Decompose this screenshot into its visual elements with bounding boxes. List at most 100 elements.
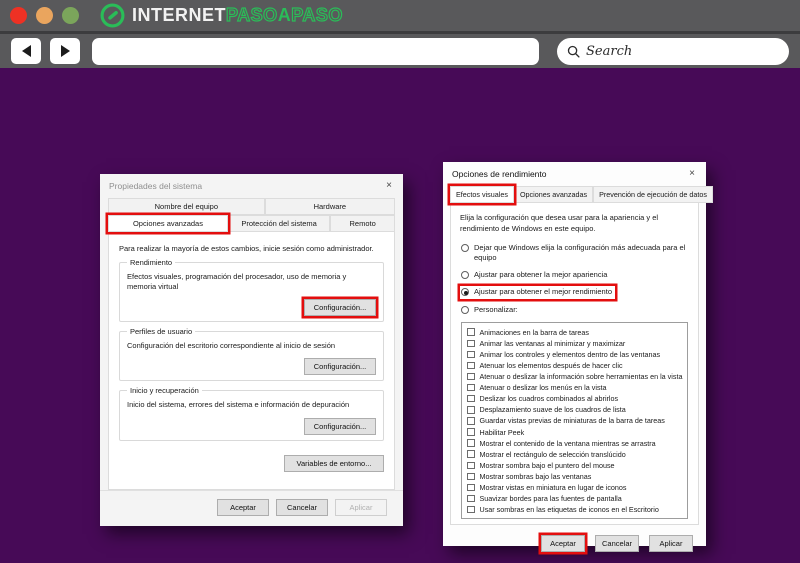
back-icon — [21, 45, 31, 57]
checkbox-item[interactable]: Deslizar los cuadros combinados al abrir… — [467, 393, 685, 404]
tab-efectos-visuales[interactable]: Efectos visuales — [450, 186, 514, 203]
checkbox-item[interactable]: Mostrar sombra bajo el puntero del mouse — [467, 460, 685, 471]
logo-word-a: A — [277, 5, 292, 25]
tab-label: Opciones avanzadas — [132, 219, 203, 228]
radio-icon — [461, 244, 469, 252]
checkbox-item[interactable]: Mostrar sombras bajo las ventanas — [467, 471, 685, 482]
system-properties-footer: Aceptar Cancelar Aplicar — [100, 490, 403, 526]
checkbox-icon[interactable] — [467, 406, 475, 414]
search-box[interactable] — [557, 37, 789, 65]
tab-remoto[interactable]: Remoto — [330, 215, 395, 232]
checkbox-item[interactable]: Atenuar o deslizar la información sobre … — [467, 371, 685, 382]
radio-label: Ajustar para obtener la mejor apariencia — [474, 270, 608, 280]
search-input[interactable] — [586, 43, 779, 59]
traffic-light-maximize-icon[interactable] — [62, 7, 79, 24]
traffic-light-close-icon[interactable] — [10, 7, 27, 24]
tab-hardware[interactable]: Hardware — [264, 198, 395, 215]
logo-word-paso1: PASO — [225, 4, 278, 25]
checkbox-label: Mostrar el contenido de la ventana mient… — [479, 438, 656, 448]
system-properties-titlebar: Propiedades del sistema × — [100, 174, 403, 196]
checkbox-icon[interactable] — [467, 328, 475, 336]
apply-button[interactable]: Aplicar — [649, 535, 693, 553]
checkbox-label: Mostrar el rectángulo de selección trans… — [479, 449, 626, 459]
checkbox-item[interactable]: Suavizar bordes para las fuentes de pant… — [467, 493, 685, 504]
tab-label: Efectos visuales — [456, 190, 508, 199]
tab-opciones-avanzadas[interactable]: Opciones avanzadas — [108, 215, 228, 232]
checkbox-icon[interactable] — [467, 450, 475, 458]
tab-label: Nombre del equipo — [154, 202, 219, 211]
checkbox-icon[interactable] — [467, 417, 475, 425]
checkbox-label: Habilitar Peek — [479, 427, 525, 437]
checkbox-icon[interactable] — [467, 505, 475, 514]
cancel-button[interactable]: Cancelar — [595, 535, 639, 553]
checkbox-item[interactable]: Usar sombras en las etiquetas de iconos … — [467, 504, 685, 515]
checkbox-icon[interactable] — [467, 428, 475, 436]
tab-nombre-del-equipo[interactable]: Nombre del equipo — [108, 198, 265, 215]
checkbox-item[interactable]: Animaciones en la barra de tareas — [467, 327, 685, 338]
accept-button[interactable]: Aceptar — [541, 535, 585, 553]
checkbox-item[interactable]: Mostrar el contenido de la ventana mient… — [467, 438, 685, 449]
checkbox-icon[interactable] — [467, 461, 475, 470]
visual-effects-checkbox-list[interactable]: Animaciones en la barra de tareas Animar… — [461, 321, 688, 520]
system-properties-dialog: Propiedades del sistema × Nombre del equ… — [100, 174, 403, 526]
checkbox-item[interactable]: Mostrar el rectángulo de selección trans… — [467, 449, 685, 460]
accept-button[interactable]: Aceptar — [217, 499, 269, 516]
checkbox-label: Animaciones en la barra de tareas — [479, 327, 589, 337]
checkbox-item[interactable]: Animar las ventanas al minimizar y maxim… — [467, 338, 685, 349]
user-profiles-settings-button[interactable]: Configuración... — [304, 358, 376, 376]
tab-label: Prevención de ejecución de datos — [599, 190, 707, 199]
page-background: Propiedades del sistema × Nombre del equ… — [0, 71, 800, 553]
performance-options-dialog: Opciones de rendimiento × Efectos visual… — [443, 162, 713, 553]
radio-icon — [461, 271, 469, 280]
address-bar-input[interactable] — [92, 37, 539, 65]
performance-settings-button[interactable]: Configuración... — [304, 299, 376, 317]
browser-titlebar: INTERNET PASO A PASO — [0, 0, 800, 34]
checkbox-item[interactable]: Guardar vistas previas de miniaturas de … — [467, 415, 685, 426]
radio-mejor-apariencia[interactable]: Ajustar para obtener la mejor apariencia — [460, 269, 610, 281]
advanced-tab-panel: Para realizar la mayoría de estos cambio… — [108, 231, 395, 490]
checkbox-item[interactable]: Atenuar los elementos después de hacer c… — [467, 360, 685, 371]
checkbox-item[interactable]: Atenuar o deslizar los menús en la vista — [467, 382, 685, 393]
radio-icon — [461, 305, 469, 314]
back-button[interactable] — [11, 38, 41, 64]
close-icon[interactable]: × — [384, 181, 394, 191]
admin-notice-text: Para realizar la mayoría de estos cambio… — [119, 244, 374, 253]
startup-recovery-settings-button[interactable]: Configuración... — [304, 417, 376, 435]
environment-variables-button[interactable]: Variables de entorno... — [284, 454, 384, 472]
checkbox-icon[interactable] — [467, 372, 475, 381]
checkbox-icon[interactable] — [467, 361, 475, 370]
radio-mejor-rendimiento[interactable]: Ajustar para obtener el mejor rendimient… — [460, 286, 615, 298]
checkbox-icon[interactable] — [467, 439, 475, 447]
logo-text: INTERNET PASO A PASO — [132, 4, 343, 26]
tab-prevencion-ejecucion-datos[interactable]: Prevención de ejecución de datos — [593, 186, 713, 203]
radio-label: Personalizar: — [474, 304, 518, 314]
checkbox-item[interactable]: Desplazamiento suave de los cuadros de l… — [467, 404, 685, 415]
visual-effects-panel: Elija la configuración que desea usar pa… — [450, 202, 699, 526]
checkbox-icon[interactable] — [467, 383, 475, 392]
checkbox-item[interactable]: Habilitar Peek — [467, 426, 685, 437]
close-icon[interactable]: × — [687, 169, 697, 179]
visual-effects-intro-text: Elija la configuración que desea usar pa… — [460, 213, 659, 233]
checkbox-label: Usar sombras en las etiquetas de iconos … — [479, 505, 659, 515]
cancel-button[interactable]: Cancelar — [276, 499, 328, 516]
apply-button[interactable]: Aplicar — [335, 499, 387, 516]
traffic-light-minimize-icon[interactable] — [36, 7, 53, 24]
tab-label: Remoto — [349, 219, 376, 228]
checkbox-icon[interactable] — [467, 494, 475, 503]
forward-button[interactable] — [50, 38, 80, 64]
group-description: Configuración del escritorio correspondi… — [127, 341, 336, 351]
radio-windows-elige[interactable]: Dejar que Windows elija la configuración… — [460, 242, 691, 264]
checkbox-icon[interactable] — [467, 394, 475, 403]
tab-proteccion-del-sistema[interactable]: Protección del sistema — [227, 215, 331, 232]
checkbox-item[interactable]: Mostrar vistas en miniatura en lugar de … — [467, 482, 685, 493]
checkbox-icon[interactable] — [467, 472, 475, 481]
radio-personalizar[interactable]: Personalizar: — [460, 304, 521, 316]
tab-opciones-avanzadas-rendimiento[interactable]: Opciones avanzadas — [513, 186, 594, 203]
checkbox-icon[interactable] — [467, 339, 475, 348]
checkbox-icon[interactable] — [467, 350, 475, 359]
tab-label: Opciones avanzadas — [519, 190, 588, 199]
checkbox-icon[interactable] — [467, 483, 475, 492]
checkbox-item[interactable]: Animar los controles y elementos dentro … — [467, 349, 685, 360]
checkbox-label: Deslizar los cuadros combinados al abrir… — [479, 394, 619, 404]
checkbox-label: Atenuar o deslizar los menús en la vista — [479, 383, 607, 393]
